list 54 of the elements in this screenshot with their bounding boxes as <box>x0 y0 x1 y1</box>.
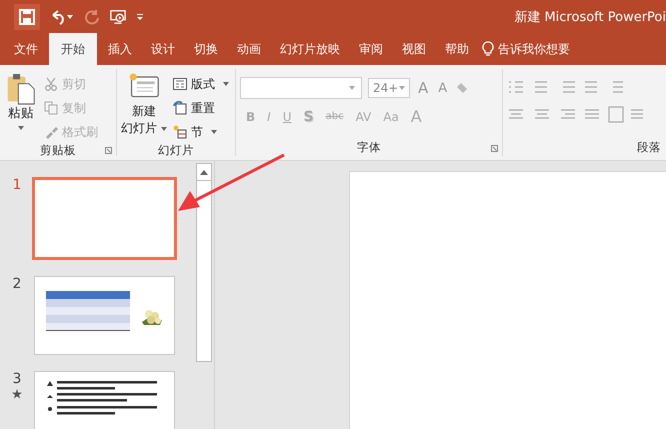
triangle-up-icon <box>200 170 208 174</box>
scissors-icon <box>44 77 58 91</box>
layout-icon <box>173 77 187 91</box>
new-slide-icon <box>128 71 160 99</box>
font-size-field[interactable]: 24+ <box>368 78 410 98</box>
brush-icon <box>44 125 58 139</box>
undo-icon[interactable] <box>50 8 74 24</box>
ribbon-tab[interactable]: 帮助 <box>437 33 477 65</box>
lightbulb-icon <box>482 41 494 57</box>
group-label: 字体 <box>357 140 381 154</box>
redo-icon <box>84 8 100 24</box>
clipboard-icon <box>6 73 36 105</box>
window-title: 新建 Microsoft PowerPoi <box>514 8 666 26</box>
group-label: 剪贴板 <box>40 143 76 158</box>
ribbon-tab[interactable]: 动画 <box>229 33 269 65</box>
slideshow-icon[interactable] <box>110 8 126 24</box>
slide-number: 2 <box>12 276 22 292</box>
reset-button[interactable]: 重置 <box>171 97 231 119</box>
ribbon-tab[interactable]: 设计 <box>143 33 183 65</box>
layout-button[interactable]: 版式 <box>171 73 231 95</box>
slide-number: 1 <box>12 177 22 193</box>
ribbon-tab[interactable]: 切换 <box>186 33 226 65</box>
caret-icon <box>161 126 167 130</box>
slide-thumbnail[interactable] <box>34 371 175 429</box>
dialog-launcher-icon[interactable] <box>491 145 498 152</box>
caret-icon <box>223 82 229 86</box>
dialog-launcher-icon[interactable] <box>105 147 112 154</box>
paste-button[interactable]: 粘贴 <box>4 69 38 143</box>
ribbon-tab[interactable]: 文件 <box>6 33 46 65</box>
group-label: 段落 <box>637 140 661 154</box>
ribbon-tab[interactable]: 视图 <box>394 33 434 65</box>
group-label: 幻灯片 <box>158 143 194 158</box>
slide-thumbnail[interactable] <box>32 177 177 260</box>
slide-number: 3 <box>12 371 22 387</box>
new-slide-button[interactable]: 新建 幻灯片 <box>121 69 167 143</box>
ribbon-tab[interactable]: 幻灯片放映 <box>272 33 348 65</box>
scroll-up-button[interactable] <box>196 163 212 180</box>
dropdown-icon <box>18 126 24 130</box>
ribbon-tab[interactable]: 开始 <box>49 33 97 65</box>
section-button[interactable]: 节 <box>171 121 231 143</box>
caret-icon <box>349 86 355 90</box>
reset-icon <box>173 101 187 115</box>
ribbon-tab[interactable]: 审阅 <box>351 33 391 65</box>
ribbon-tab[interactable]: 插入 <box>100 33 140 65</box>
caret-icon <box>399 86 405 90</box>
font-name-field[interactable] <box>240 77 362 99</box>
scrollbar-thumb[interactable] <box>196 180 212 362</box>
slide-thumbnail[interactable] <box>34 276 175 355</box>
copy-icon <box>44 101 58 115</box>
save-icon[interactable] <box>14 4 40 30</box>
caret-icon <box>211 130 217 134</box>
tell-me-search[interactable]: 告诉我你想要 <box>498 40 570 58</box>
section-icon <box>173 125 187 139</box>
customize-icon[interactable] <box>136 12 144 20</box>
